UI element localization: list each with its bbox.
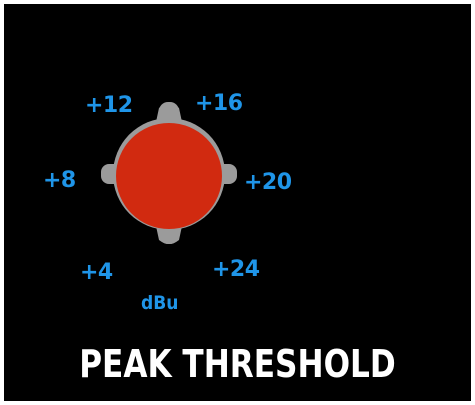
scale-label-plus-8: +8	[43, 168, 76, 193]
scale-label-plus-24: +24	[212, 257, 260, 282]
scale-label-plus-12: +12	[85, 93, 133, 118]
knob-cap	[116, 123, 222, 229]
control-title: PEAK THRESHOLD	[79, 342, 396, 386]
scale-label-plus-16: +16	[195, 91, 243, 116]
scale-label-plus-4: +4	[80, 260, 113, 285]
unit-label-dbu: dBu	[141, 292, 179, 314]
peak-threshold-knob[interactable]	[89, 94, 249, 259]
scale-label-plus-20: +20	[244, 170, 292, 195]
peak-threshold-panel: +12 +16 +8 +20 +4 +24 dBu PEAK THRESHOLD	[4, 4, 471, 401]
